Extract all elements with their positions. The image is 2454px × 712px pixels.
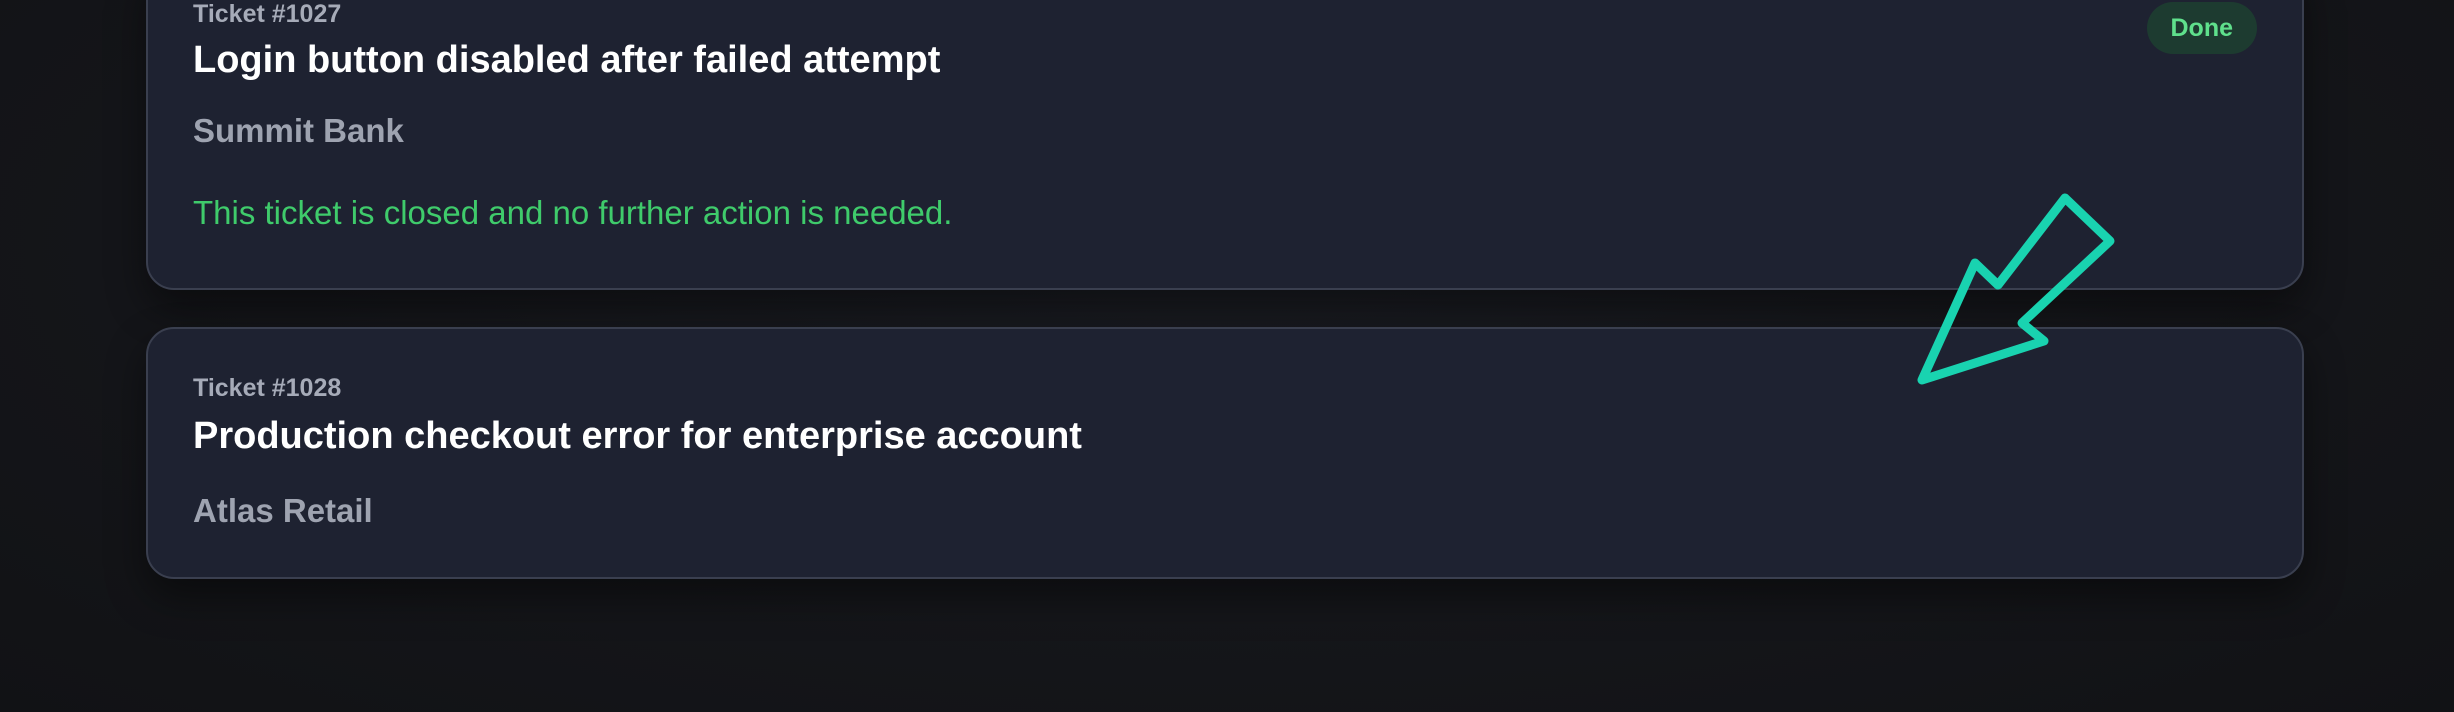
ticket-id: Ticket #1027 — [193, 0, 342, 28]
status-badge: Done — [2146, 2, 2257, 54]
ticket-company: Summit Bank — [193, 112, 404, 149]
ticket-id: Ticket #1028 — [193, 374, 342, 402]
arrow-pointer-icon — [1917, 193, 2115, 385]
ticket-status-note: This ticket is closed and no further act… — [193, 194, 953, 231]
ticket-title: Production checkout error for enterprise… — [193, 415, 1082, 457]
ticket-company: Atlas Retail — [193, 492, 373, 529]
ticket-title: Login button disabled after failed attem… — [193, 39, 941, 81]
